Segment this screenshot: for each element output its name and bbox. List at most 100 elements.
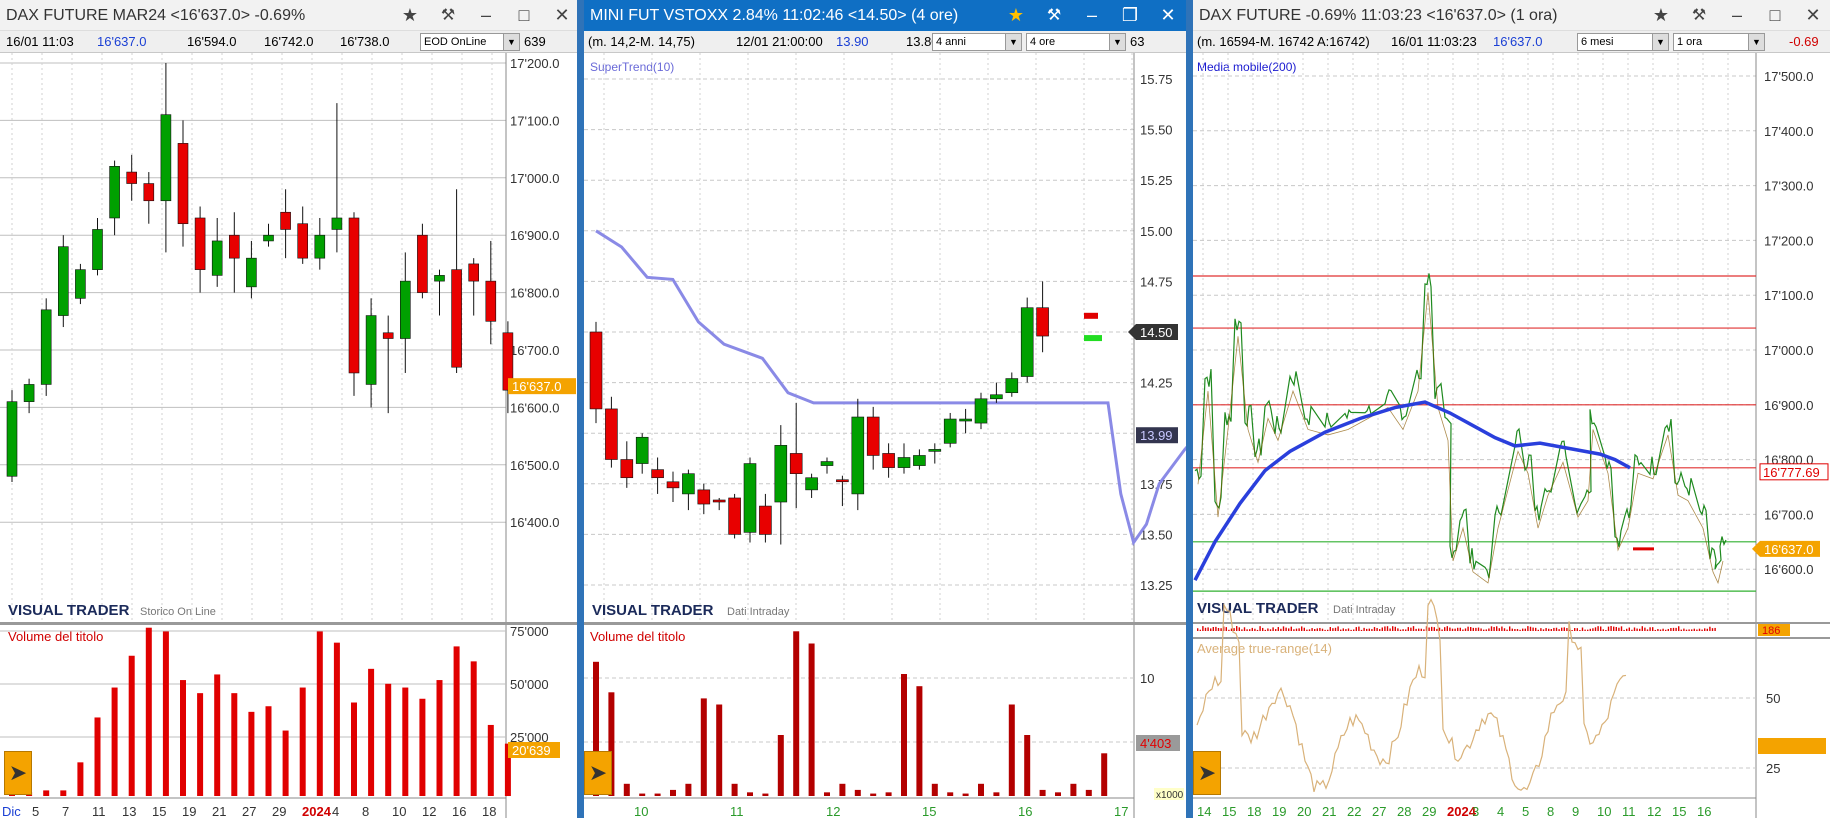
volume-bar <box>1532 627 1534 631</box>
close-icon[interactable]: ✕ <box>548 0 576 30</box>
price-tick-label: 17'400.0 <box>1764 124 1813 139</box>
play-icon[interactable]: ➤ <box>4 751 32 795</box>
supertrend-line <box>595 229 1186 546</box>
pin-icon[interactable]: ⚒ <box>1040 0 1068 31</box>
volume-bar <box>1241 629 1243 631</box>
time-tick-label: 20 <box>1297 804 1311 818</box>
volume-bar <box>1597 626 1599 631</box>
play-icon[interactable]: ➤ <box>1193 751 1221 795</box>
source-select-value: EOD OnLine <box>424 36 487 48</box>
pin-icon[interactable]: ⚒ <box>434 0 462 30</box>
star-icon[interactable]: ★ <box>1002 0 1030 31</box>
volume-bar <box>1680 629 1682 631</box>
chart-area[interactable]: Media mobile(200) 17'500.0 17'400.0 17'300.… <box>1193 53 1830 818</box>
maximize-icon[interactable]: ❐ <box>1116 0 1144 31</box>
atr-tick-label: 25 <box>1766 761 1780 776</box>
source-select[interactable]: EOD OnLine ▼ <box>420 33 520 51</box>
minimize-icon[interactable]: – <box>472 0 500 30</box>
candle <box>882 453 895 468</box>
time-tick-label: 15 <box>922 804 936 818</box>
time-tick-label: 10 <box>392 804 406 818</box>
volume-bar <box>1428 627 1430 631</box>
dropdown-arrow-icon[interactable]: ▼ <box>1748 34 1764 50</box>
price-tick-label: 17'300.0 <box>1764 179 1813 194</box>
play-icon[interactable]: ➤ <box>584 751 612 795</box>
volume-bar <box>1290 626 1292 631</box>
volume-bar <box>1280 628 1282 631</box>
time-tick-label: Dic <box>2 804 21 818</box>
info-datetime: 12/01 21:00:00 <box>736 34 823 49</box>
volume-bar <box>1275 629 1277 631</box>
volume-bar <box>1202 626 1204 631</box>
minimize-icon[interactable]: – <box>1723 0 1751 30</box>
star-icon[interactable]: ★ <box>1647 0 1675 30</box>
volume-bar <box>1410 627 1412 631</box>
volume-bar <box>1501 626 1503 631</box>
bid-marker <box>1084 335 1102 342</box>
time-tick-label: 2024 <box>302 804 332 818</box>
volume-bar <box>1589 628 1591 631</box>
volume-bar <box>453 646 460 796</box>
window-titlebar[interactable]: MINI FUT VSTOXX 2.84% 11:02:46 <14.50> (… <box>584 0 1186 31</box>
close-icon[interactable]: ✕ <box>1799 0 1827 30</box>
time-tick-label: 27 <box>1372 804 1386 818</box>
volume-bar <box>1407 627 1409 631</box>
candle <box>913 455 926 466</box>
window-titlebar[interactable]: DAX FUTURE MAR24 <16'637.0> -0.69% ★ ⚒ –… <box>0 0 577 31</box>
interval-select[interactable]: 1 ora ▼ <box>1673 33 1765 51</box>
volume-bar <box>145 627 152 796</box>
minimize-icon[interactable]: – <box>1078 0 1106 31</box>
atr-tick-label: 50 <box>1766 691 1780 706</box>
volume-bar <box>1693 628 1695 631</box>
chart-area[interactable]: 17'200.0 17'100.0 17'000.0 16'900.0 16'800.0… <box>0 53 577 818</box>
volume-bar <box>1303 627 1305 631</box>
volume-bar <box>1646 629 1649 631</box>
interval-select[interactable]: 4 ore ▼ <box>1026 33 1126 51</box>
pin-icon[interactable]: ⚒ <box>1685 0 1713 30</box>
candle <box>866 416 880 456</box>
window-titlebar[interactable]: DAX FUTURE -0.69% 11:03:23 <16'637.0> (1… <box>1193 0 1830 31</box>
chart-area[interactable]: SuperTrend(10) 15.75 15.50 15.25 15.00 14.75 1… <box>584 53 1186 818</box>
dropdown-arrow-icon[interactable]: ▼ <box>503 34 519 50</box>
volume-bar <box>1199 629 1201 631</box>
volume-bar <box>1415 628 1417 631</box>
price-tick-label: 16'400.0 <box>510 515 559 530</box>
maximize-icon[interactable]: □ <box>510 0 538 30</box>
candle <box>651 469 664 479</box>
time-tick-label: 29 <box>1422 804 1436 818</box>
star-icon[interactable]: ★ <box>396 0 424 30</box>
dropdown-arrow-icon[interactable]: ▼ <box>1652 34 1668 50</box>
candle <box>589 331 603 410</box>
price-tick-label: 15.25 <box>1140 173 1173 188</box>
interval-select-value: 1 ora <box>1677 36 1703 48</box>
volume-bar <box>419 698 426 796</box>
maximize-icon[interactable]: □ <box>1761 0 1789 30</box>
volume-bar <box>1449 627 1451 631</box>
close-icon[interactable]: ✕ <box>1154 0 1182 31</box>
candle <box>897 457 911 468</box>
volume-bar <box>1698 628 1701 631</box>
volume-bar <box>931 783 938 796</box>
price-tick-label: 16'700.0 <box>1764 507 1813 522</box>
dropdown-arrow-icon[interactable]: ▼ <box>1005 34 1021 50</box>
window-divider[interactable] <box>577 0 584 818</box>
period-select[interactable]: 4 anni ▼ <box>932 33 1022 51</box>
candle <box>974 398 988 424</box>
atr-label: Average true-range(14) <box>1197 641 1332 656</box>
volume-bar <box>1652 627 1654 631</box>
dropdown-arrow-icon[interactable]: ▼ <box>1109 34 1125 50</box>
info-bar: 16/01 11:03 16'637.0 16'594.0 16'742.0 1… <box>0 31 577 53</box>
candle <box>1005 378 1019 394</box>
window-divider[interactable] <box>1186 0 1193 818</box>
candle <box>331 217 343 230</box>
volume-bar <box>1207 627 1209 631</box>
period-select[interactable]: 6 mesi ▼ <box>1577 33 1669 51</box>
volume-bar <box>1553 627 1555 631</box>
time-tick-label: 22 <box>1347 804 1361 818</box>
volume-bar <box>1462 629 1464 631</box>
brand-sub-label: Storico On Line <box>140 606 216 618</box>
time-tick-label: 9 <box>1572 804 1579 818</box>
volume-bar <box>1363 627 1365 631</box>
volume-bar <box>1613 626 1615 631</box>
volume-bar <box>1355 627 1357 631</box>
